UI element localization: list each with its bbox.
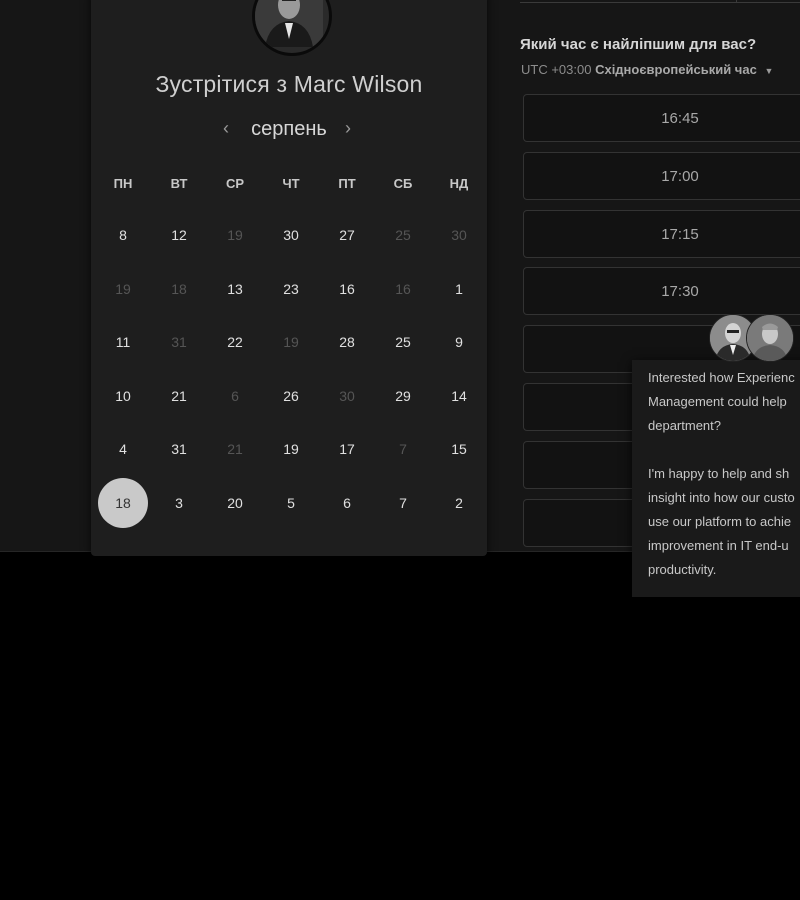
chat-line: use our platform to achie (648, 514, 792, 529)
weekday-label: ЧТ (282, 176, 300, 191)
calendar-day[interactable]: 10 (98, 371, 148, 421)
calendar-day[interactable]: 3 (154, 478, 204, 528)
month-navigation: ‹ серпень › (91, 116, 487, 146)
chat-paragraph: Interested how Experienc Management could… (648, 366, 800, 438)
calendar-day[interactable]: 6 (322, 478, 372, 528)
calendar-day: 16 (395, 280, 411, 297)
top-divider (520, 0, 800, 3)
chevron-right-icon[interactable]: › (345, 118, 351, 139)
agent-avatar (746, 314, 794, 362)
chat-line: I'm happy to help and sh (648, 466, 790, 481)
calendar-day: 30 (451, 227, 467, 243)
calendar-day[interactable]: 13 (210, 264, 260, 314)
calendar-day[interactable]: 30 (266, 210, 316, 260)
chat-line: productivity. (648, 562, 717, 577)
person-avatar-icon (255, 0, 323, 47)
calendar-day[interactable]: 27 (322, 210, 372, 260)
chat-paragraph: I'm happy to help and sh insight into how… (648, 462, 800, 582)
calendar-day: 19 (227, 227, 243, 243)
calendar-day[interactable]: 12 (154, 210, 204, 260)
calendar-day[interactable]: 5 (266, 478, 316, 528)
calendar-day: 19 (283, 334, 299, 351)
weekday-label: НД (449, 176, 469, 191)
calendar-day[interactable]: 21 (154, 371, 204, 421)
time-slot-label: 16:45 (661, 110, 699, 127)
calendar-day[interactable]: 29 (378, 371, 428, 421)
time-slot-label: 17:30 (661, 283, 699, 301)
calendar-day[interactable]: 2 (434, 478, 484, 528)
time-slot-button[interactable]: 16:45 (523, 94, 800, 142)
month-label: серпень (251, 118, 327, 140)
calendar-day: 31 (171, 334, 187, 351)
weekday-label: ПТ (338, 176, 356, 191)
calendar-day-selected[interactable]: 18 (98, 478, 148, 528)
calendar-day: 30 (339, 387, 355, 404)
calendar-day: 19 (115, 280, 131, 297)
calendar-day[interactable]: 14 (434, 371, 484, 421)
weekday-label: ПН (113, 176, 133, 191)
calendar-day[interactable]: 11 (98, 317, 148, 367)
timezone-offset: UTC +03:00 (521, 62, 592, 77)
calendar-day[interactable]: 23 (266, 264, 316, 314)
calendar-day[interactable]: 8 (98, 210, 148, 260)
time-slot-label: 17:00 (661, 167, 699, 185)
time-slot-label: 17:15 (661, 225, 699, 243)
weekday-label: ВТ (170, 176, 188, 191)
chat-line: insight into how our custo (648, 490, 795, 505)
calendar-day[interactable]: 22 (210, 317, 260, 367)
calendar-day: 6 (231, 387, 239, 404)
meeting-title: Зустрітися з Marc Wilson (155, 71, 423, 97)
timezone-name: Східноєвропейський час (595, 62, 757, 77)
calendar-day[interactable]: 20 (210, 478, 260, 528)
time-slot-button[interactable]: 17:30 (523, 267, 800, 316)
chat-line: improvement in IT end-u (648, 538, 789, 553)
calendar-day: 18 (171, 280, 187, 297)
time-slot-button[interactable]: 17:15 (523, 209, 800, 258)
calendar-day[interactable]: 9 (434, 317, 484, 367)
calendar-day[interactable]: 26 (266, 371, 316, 421)
calendar-day[interactable]: 7 (378, 478, 428, 528)
calendar-day: 25 (395, 227, 411, 243)
calendar-day[interactable]: 25 (378, 317, 428, 367)
timezone-selector[interactable]: UTC +03:00 Східноєвропейський час ▼ (521, 62, 773, 77)
calendar-day[interactable]: 16 (322, 264, 372, 314)
caret-down-icon: ▼ (764, 66, 774, 76)
calendar-day[interactable]: 1 (434, 264, 484, 314)
weekday-label: СБ (393, 176, 413, 191)
chat-message: Interested how Experienc Management could… (648, 366, 800, 582)
time-slot-button[interactable]: 17:00 (523, 151, 800, 200)
chat-line: Management could help (648, 394, 787, 409)
person-avatar-icon (747, 315, 793, 361)
calendar-day[interactable]: 28 (322, 317, 372, 367)
time-question: Який час є найліпшим для вас? (520, 36, 757, 53)
chat-line: Interested how Experienc (648, 370, 795, 385)
chat-line: department? (648, 418, 721, 433)
weekday-label: СР (225, 176, 245, 191)
